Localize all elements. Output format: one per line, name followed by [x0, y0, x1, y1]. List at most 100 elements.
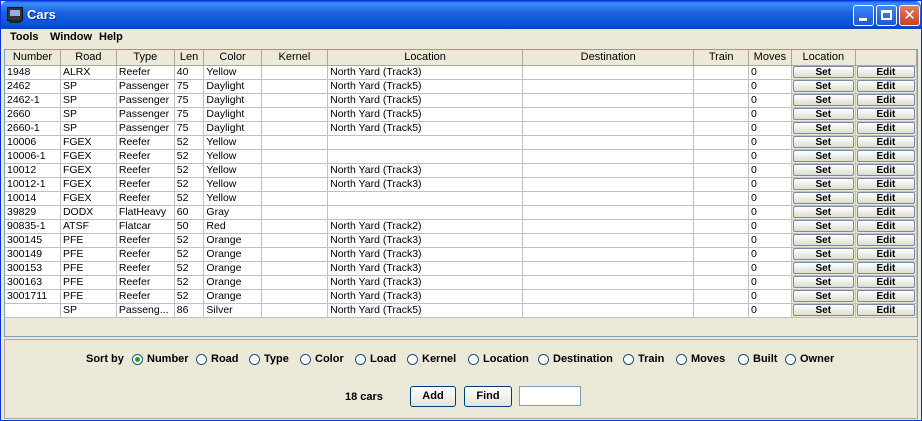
menu-tools[interactable]: Tools: [10, 31, 39, 43]
set-location-button[interactable]: Set: [792, 108, 854, 120]
edit-car-button[interactable]: Edit: [856, 304, 915, 316]
column-header-edit[interactable]: [855, 50, 917, 66]
table-row[interactable]: 2462 SP Passenger 75 Daylight North Yard (Tra…: [5, 79, 917, 94]
set-location-button[interactable]: Set: [792, 304, 854, 316]
table-row[interactable]: 300163 PFE Reefer 52 Orange North Yard (Track…: [5, 275, 917, 290]
column-header-set-location[interactable]: Location: [791, 50, 856, 66]
sort-radio-color[interactable]: [300, 354, 311, 365]
edit-car-button[interactable]: Edit: [856, 206, 915, 218]
table-row[interactable]: 300145 PFE Reefer 52 Orange North Yard (Track…: [5, 233, 917, 248]
table-row[interactable]: 1948 ALRX Reefer 40 Yellow North Yard (Track3…: [5, 65, 917, 80]
sort-radio-type[interactable]: [249, 354, 260, 365]
maximize-button[interactable]: [876, 5, 897, 26]
sort-label-load[interactable]: Load: [370, 353, 396, 365]
sort-label-owner[interactable]: Owner: [800, 353, 834, 365]
table-row[interactable]: 300149 PFE Reefer 52 Orange North Yard (Track…: [5, 247, 917, 262]
table-row[interactable]: 2660 SP Passenger 75 Daylight North Yard (Tra…: [5, 107, 917, 122]
edit-car-button[interactable]: Edit: [856, 290, 915, 302]
sort-radio-train[interactable]: [623, 354, 634, 365]
minimize-button[interactable]: [853, 5, 874, 26]
set-location-button[interactable]: Set: [792, 178, 854, 190]
column-header-color[interactable]: Color: [203, 50, 262, 66]
set-location-button[interactable]: Set: [792, 290, 854, 302]
sort-label-type[interactable]: Type: [264, 353, 289, 365]
add-button[interactable]: Add: [410, 386, 456, 407]
edit-car-button[interactable]: Edit: [856, 234, 915, 246]
set-location-button[interactable]: Set: [792, 234, 854, 246]
column-header-moves[interactable]: Moves: [748, 50, 792, 66]
sort-radio-location[interactable]: [468, 354, 479, 365]
column-header-road[interactable]: Road: [60, 50, 117, 66]
column-header-kernel[interactable]: Kernel: [261, 50, 329, 66]
table-row[interactable]: 10012 FGEX Reefer 52 Yellow North Yard (Track…: [5, 163, 917, 178]
table-row[interactable]: 10006-1 FGEX Reefer 52 Yellow 0 Set Edit: [5, 149, 917, 164]
sort-label-road[interactable]: Road: [211, 353, 239, 365]
sort-label-kernel[interactable]: Kernel: [422, 353, 456, 365]
title-bar[interactable]: Cars ✕: [1, 1, 921, 29]
table-row[interactable]: 10012-1 FGEX Reefer 52 Yellow North Yard (Tra…: [5, 177, 917, 192]
sort-radio-road[interactable]: [196, 354, 207, 365]
set-location-button[interactable]: Set: [792, 80, 854, 92]
sort-label-built[interactable]: Built: [753, 353, 777, 365]
table-row[interactable]: 300153 PFE Reefer 52 Orange North Yard (Track…: [5, 261, 917, 276]
sort-label-color[interactable]: Color: [315, 353, 344, 365]
column-header-location[interactable]: Location: [327, 50, 524, 66]
edit-car-button[interactable]: Edit: [856, 122, 915, 134]
sort-radio-built[interactable]: [738, 354, 749, 365]
edit-car-button[interactable]: Edit: [856, 94, 915, 106]
sort-radio-owner[interactable]: [785, 354, 796, 365]
edit-car-button[interactable]: Edit: [856, 150, 915, 162]
edit-car-button[interactable]: Edit: [856, 178, 915, 190]
sort-radio-destination[interactable]: [538, 354, 549, 365]
edit-car-button[interactable]: Edit: [856, 192, 915, 204]
set-location-button[interactable]: Set: [792, 220, 854, 232]
table-row[interactable]: 90835-1 ATSF Flatcar 50 Red North Yard (Track…: [5, 219, 917, 234]
set-location-button[interactable]: Set: [792, 206, 854, 218]
edit-car-button[interactable]: Edit: [856, 80, 915, 92]
menu-window[interactable]: Window: [50, 31, 92, 43]
table-row[interactable]: 10014 FGEX Reefer 52 Yellow 0 Set Edit: [5, 191, 917, 206]
find-input[interactable]: [519, 386, 581, 406]
column-header-type[interactable]: Type: [116, 50, 175, 66]
sort-radio-number[interactable]: [132, 354, 143, 365]
set-location-button[interactable]: Set: [792, 136, 854, 148]
find-button[interactable]: Find: [464, 386, 512, 407]
edit-car-button[interactable]: Edit: [856, 108, 915, 120]
column-header-destination[interactable]: Destination: [522, 50, 695, 66]
cars-table-scroll[interactable]: Number Road Type Len Color Kernel Locati…: [4, 49, 918, 337]
table-row[interactable]: 2462-1 SP Passenger 75 Daylight North Yard (T…: [5, 93, 917, 108]
sort-label-location[interactable]: Location: [483, 353, 529, 365]
sort-label-moves[interactable]: Moves: [691, 353, 725, 365]
set-location-button[interactable]: Set: [792, 164, 854, 176]
column-header-number[interactable]: Number: [5, 50, 61, 66]
sort-radio-load[interactable]: [355, 354, 366, 365]
table-row[interactable]: 3001711 PFE Reefer 52 Orange North Yard (Trac…: [5, 289, 917, 304]
set-location-button[interactable]: Set: [792, 122, 854, 134]
sort-label-destination[interactable]: Destination: [553, 353, 613, 365]
sort-label-train[interactable]: Train: [638, 353, 664, 365]
edit-car-button[interactable]: Edit: [856, 136, 915, 148]
sort-radio-moves[interactable]: [676, 354, 687, 365]
edit-car-button[interactable]: Edit: [856, 248, 915, 260]
set-location-button[interactable]: Set: [792, 276, 854, 288]
edit-car-button[interactable]: Edit: [856, 220, 915, 232]
close-button[interactable]: ✕: [899, 5, 920, 26]
column-header-train[interactable]: Train: [693, 50, 750, 66]
sort-label-number[interactable]: Number: [147, 353, 189, 365]
table-row[interactable]: SP Passeng... 86 Silver North Yard (Track5) 0…: [5, 303, 917, 318]
set-location-button[interactable]: Set: [792, 248, 854, 260]
set-location-button[interactable]: Set: [792, 192, 854, 204]
edit-car-button[interactable]: Edit: [856, 262, 915, 274]
table-row[interactable]: 2660-1 SP Passenger 75 Daylight North Yard (T…: [5, 121, 917, 136]
table-row[interactable]: 10006 FGEX Reefer 52 Yellow 0 Set Edit: [5, 135, 917, 150]
menu-help[interactable]: Help: [99, 31, 123, 43]
table-row[interactable]: 39829 DODX FlatHeavy 60 Gray 0 Set Edit: [5, 205, 917, 220]
edit-car-button[interactable]: Edit: [856, 66, 915, 78]
set-location-button[interactable]: Set: [792, 94, 854, 106]
sort-radio-kernel[interactable]: [407, 354, 418, 365]
edit-car-button[interactable]: Edit: [856, 164, 915, 176]
set-location-button[interactable]: Set: [792, 262, 854, 274]
set-location-button[interactable]: Set: [792, 150, 854, 162]
edit-car-button[interactable]: Edit: [856, 276, 915, 288]
column-header-len[interactable]: Len: [174, 50, 205, 66]
